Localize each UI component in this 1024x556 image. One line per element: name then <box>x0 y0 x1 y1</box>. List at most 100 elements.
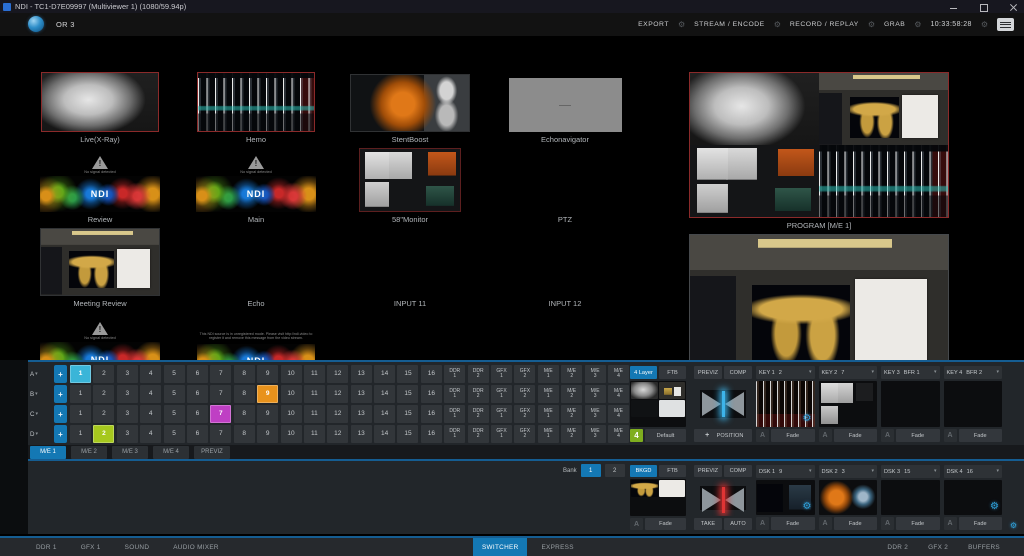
tab-ddr-1[interactable]: DDR 1 <box>36 538 57 556</box>
key-3-delegate[interactable]: A <box>881 429 894 442</box>
source-button-a-m-e-1[interactable]: M/E1 <box>538 365 559 383</box>
source-button-a-m-e-2[interactable]: M/E2 <box>561 365 582 383</box>
mv-cell-echo[interactable]: Echo <box>181 228 331 308</box>
dsk-2-source-value[interactable]: 3 <box>842 469 845 475</box>
source-button-c-gfx-1[interactable]: GFX1 <box>491 405 512 423</box>
mv-cell-ptz[interactable]: PTZ <box>490 148 640 224</box>
tab-buffers[interactable]: BUFFERS <box>968 538 1000 556</box>
position-icon[interactable] <box>54 405 67 423</box>
source-button-c-6[interactable]: 6 <box>187 405 208 423</box>
source-button-a-gfx-1[interactable]: GFX1 <box>491 365 512 383</box>
source-button-a-5[interactable]: 5 <box>164 365 185 383</box>
source-button-c-13[interactable]: 13 <box>351 405 372 423</box>
source-button-d-15[interactable]: 15 <box>397 425 418 443</box>
tab-m-e-3[interactable]: M/E 3 <box>112 446 148 459</box>
position-icon[interactable] <box>54 425 67 443</box>
source-button-b-13[interactable]: 13 <box>351 385 372 403</box>
source-button-b-m-e-3[interactable]: M/E3 <box>585 385 606 403</box>
tab-m-e-1[interactable]: M/E 1 <box>30 446 66 459</box>
source-button-c-8[interactable]: 8 <box>234 405 255 423</box>
key-1-header[interactable]: KEY 12 <box>756 366 815 379</box>
source-button-b-8[interactable]: 8 <box>234 385 255 403</box>
source-button-c-10[interactable]: 10 <box>281 405 302 423</box>
source-button-d-8[interactable]: 8 <box>234 425 255 443</box>
source-button-b-gfx-1[interactable]: GFX1 <box>491 385 512 403</box>
comp-button[interactable]: COMP <box>724 366 752 379</box>
bank-1-button[interactable]: 1 <box>581 464 601 477</box>
mv-cell-input-11[interactable]: INPUT 11 <box>335 228 485 308</box>
source-button-d-6[interactable]: 6 <box>187 425 208 443</box>
layers-button[interactable]: 4 Layer <box>630 366 657 379</box>
chevron-down-icon[interactable] <box>996 370 999 375</box>
key-4-fade-button[interactable]: Fade <box>959 429 1003 442</box>
source-button-d-16[interactable]: 16 <box>421 425 442 443</box>
key-3-source-value[interactable]: BFR 1 <box>904 370 920 376</box>
source-button-d-2[interactable]: 2 <box>93 425 114 443</box>
source-button-b-4[interactable]: 4 <box>140 385 161 403</box>
previz-button[interactable]: PREVIZ <box>694 366 722 379</box>
row-label[interactable]: B <box>30 391 34 398</box>
source-button-c-3[interactable]: 3 <box>117 405 138 423</box>
source-button-a-3[interactable]: 3 <box>117 365 138 383</box>
source-button-a-2[interactable]: 2 <box>93 365 114 383</box>
dsk-1-header[interactable]: DSK 19 <box>756 465 815 478</box>
source-button-b-6[interactable]: 6 <box>187 385 208 403</box>
source-button-d-11[interactable]: 11 <box>304 425 325 443</box>
gear-icon[interactable] <box>803 502 812 512</box>
source-button-c-15[interactable]: 15 <box>397 405 418 423</box>
source-button-d-14[interactable]: 14 <box>374 425 395 443</box>
dsk-1-fade-button[interactable]: Fade <box>771 517 815 530</box>
dsk-3-source-value[interactable]: 15 <box>904 469 910 475</box>
source-button-d-gfx-1[interactable]: GFX1 <box>491 425 512 443</box>
tab-ddr-2[interactable]: DDR 2 <box>887 538 908 556</box>
row-label[interactable]: D <box>30 431 34 438</box>
source-button-d-1[interactable]: 1 <box>70 425 91 443</box>
source-button-d-m-e-2[interactable]: M/E2 <box>561 425 582 443</box>
source-button-c-12[interactable]: 12 <box>327 405 348 423</box>
source-button-d-m-e-4[interactable]: M/E4 <box>608 425 629 443</box>
dsk-3-fade-button[interactable]: Fade <box>896 517 940 530</box>
key-4-source-value[interactable]: BFR 2 <box>966 370 982 376</box>
mv-cell-program[interactable]: PROGRAM [M/E 1] <box>688 70 950 230</box>
source-button-b-gfx-2[interactable]: GFX2 <box>514 385 535 403</box>
source-button-b-11[interactable]: 11 <box>304 385 325 403</box>
topbar-record-replay[interactable]: RECORD / REPLAY <box>790 21 859 28</box>
source-button-a-ddr-1[interactable]: DDR1 <box>444 365 465 383</box>
session-name[interactable]: OR 3 <box>56 20 75 29</box>
source-button-b-15[interactable]: 15 <box>397 385 418 403</box>
source-button-b-5[interactable]: 5 <box>164 385 185 403</box>
key-2-header[interactable]: KEY 27 <box>819 366 878 379</box>
tab-gfx-2[interactable]: GFX 2 <box>928 538 948 556</box>
source-button-b-1[interactable]: 1 <box>70 385 91 403</box>
source-button-a-15[interactable]: 15 <box>397 365 418 383</box>
source-button-a-10[interactable]: 10 <box>281 365 302 383</box>
source-button-b-ddr-1[interactable]: DDR1 <box>444 385 465 403</box>
tab-m-e-2[interactable]: M/E 2 <box>71 446 107 459</box>
source-button-c-2[interactable]: 2 <box>93 405 114 423</box>
topbar-stream-encode[interactable]: STREAM / ENCODE <box>694 21 765 28</box>
dsk-4-delegate[interactable]: A <box>944 517 957 530</box>
bank-2-button[interactable]: 2 <box>605 464 625 477</box>
source-button-a-6[interactable]: 6 <box>187 365 208 383</box>
maximize-button[interactable] <box>980 3 988 11</box>
chevron-down-icon[interactable] <box>996 469 999 474</box>
source-button-d-7[interactable]: 7 <box>210 425 231 443</box>
source-button-a-14[interactable]: 14 <box>374 365 395 383</box>
source-button-d-3[interactable]: 3 <box>117 425 138 443</box>
source-button-c-ddr-1[interactable]: DDR1 <box>444 405 465 423</box>
ndi-logo-icon[interactable] <box>28 16 44 32</box>
gear-icon[interactable] <box>1010 522 1017 530</box>
position-icon[interactable] <box>54 365 67 383</box>
mv-cell-review[interactable]: No signal detected NDI Review <box>25 148 175 224</box>
key-1-source-value[interactable]: 2 <box>779 370 782 376</box>
mv-cell-hemo[interactable]: Hemo <box>181 72 331 144</box>
hamburger-menu-icon[interactable] <box>997 18 1014 31</box>
source-button-d-gfx-2[interactable]: GFX2 <box>514 425 535 443</box>
dsk-3-header[interactable]: DSK 315 <box>881 465 940 478</box>
close-button[interactable] <box>1010 3 1018 11</box>
source-button-d-m-e-3[interactable]: M/E3 <box>585 425 606 443</box>
key-2-source-value[interactable]: 7 <box>841 370 844 376</box>
dsk-1-source-value[interactable]: 9 <box>779 469 782 475</box>
source-button-b-2[interactable]: 2 <box>93 385 114 403</box>
chevron-down-icon[interactable] <box>809 370 812 375</box>
